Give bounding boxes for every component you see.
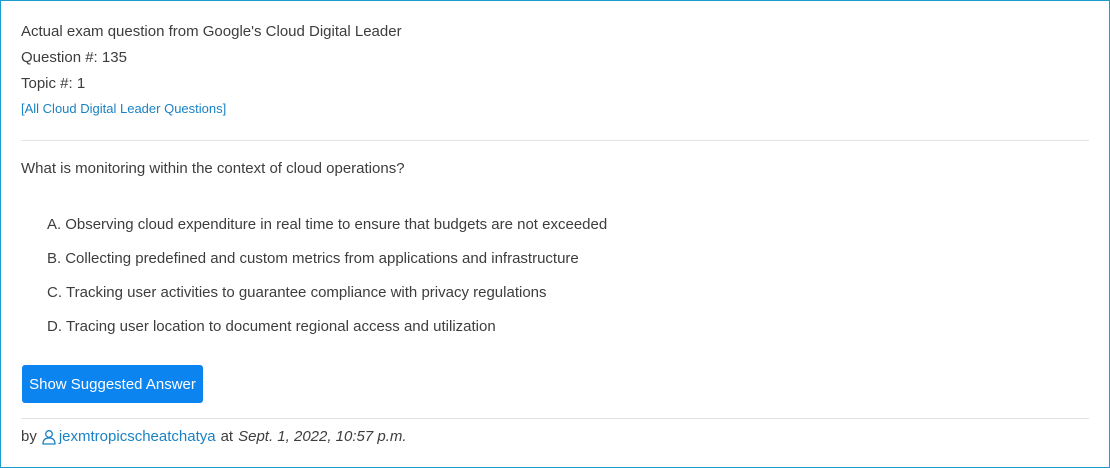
choice-letter: B. — [47, 250, 62, 267]
question-card: Actual exam question from Google's Cloud… — [0, 0, 1110, 468]
choice-a[interactable]: A. Observing cloud expenditure in real ti… — [47, 216, 607, 233]
by-label: by — [21, 428, 37, 445]
post-date: Sept. 1, 2022, 10:57 p.m. — [238, 428, 407, 445]
at-label: at — [220, 428, 234, 445]
header-divider — [21, 140, 1089, 141]
topic-number: Topic #: 1 — [21, 75, 86, 92]
choice-b[interactable]: B. Collecting predefined and custom metri… — [47, 250, 579, 267]
choice-c[interactable]: C. Tracking user activities to guarantee … — [47, 284, 547, 301]
show-suggested-answer-button[interactable]: Show Suggested Answer — [22, 365, 203, 403]
choice-letter: C. — [47, 284, 62, 301]
all-questions-link[interactable]: [All Cloud Digital Leader Questions] — [21, 101, 226, 116]
choice-text: Tracing user location to document region… — [66, 318, 496, 335]
user-outline-icon — [41, 429, 57, 445]
question-number: Question #: 135 — [21, 49, 127, 66]
question-text: What is monitoring within the context of… — [21, 160, 405, 177]
byline: by jexmtropicscheatchatya at Sept. 1, 20… — [21, 428, 407, 445]
choice-text: Collecting predefined and custom metrics… — [65, 250, 579, 267]
choice-text: Tracking user activities to guarantee co… — [66, 284, 547, 301]
footer-divider — [21, 418, 1089, 419]
choice-text: Observing cloud expenditure in real time… — [65, 216, 608, 233]
choice-letter: A. — [47, 216, 62, 233]
exam-title: Actual exam question from Google's Cloud… — [21, 23, 402, 40]
choice-letter: D. — [47, 318, 62, 335]
username-link[interactable]: jexmtropicscheatchatya — [59, 428, 216, 445]
choice-d[interactable]: D. Tracing user location to document regi… — [47, 318, 496, 335]
